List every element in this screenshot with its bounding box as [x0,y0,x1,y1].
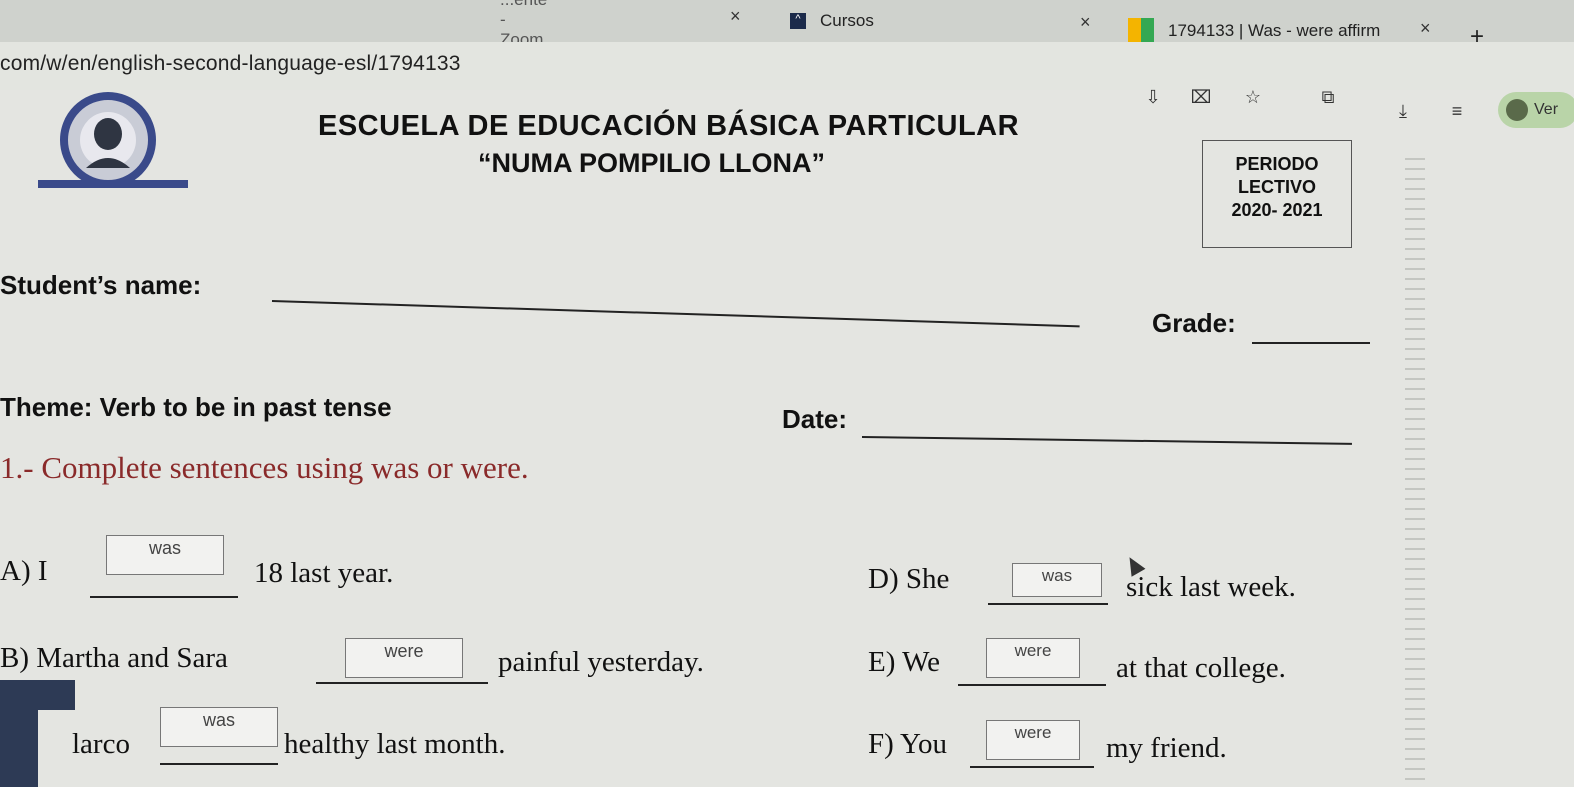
instruction-text: 1.- Complete sentences using was or were… [0,450,529,485]
sentence-a-suffix: 18 last year. [254,557,394,589]
period-years: 2020- 2021 [1231,200,1323,220]
answer-input-d[interactable]: was [1012,563,1102,597]
blank-line [988,603,1108,605]
theme-heading: Theme: Verb to be in past tense [0,392,392,422]
answer-input-f[interactable]: were [986,720,1080,760]
date-label: Date: [782,404,848,434]
school-logo [38,92,188,202]
close-icon[interactable]: × [1420,18,1431,39]
answer-input-c[interactable]: was [160,707,278,747]
download-icon[interactable]: ⤓ [1390,98,1416,124]
student-name-label: Student’s name: [0,270,202,300]
reading-list-icon[interactable]: ≡ [1444,98,1470,124]
liveworksheets-icon [1128,18,1154,44]
sentence-b-prefix: B) Martha and Sara [0,642,228,674]
close-icon[interactable]: × [1080,12,1091,33]
profile-button[interactable]: Ver [1498,92,1574,128]
sentence-a-prefix: A) I [0,555,48,587]
sentence-b-suffix: painful yesterday. [498,646,704,678]
blank-line [970,766,1094,768]
tab-label: 1794133 | Was - were affirm [1168,21,1381,40]
grade-label: Grade: [1152,308,1236,338]
blank-line [316,682,488,684]
url-text[interactable]: com/w/en/english-second-language-esl/179… [0,52,461,76]
star-icon[interactable]: ☆ [1240,84,1266,110]
blank-line [958,684,1106,686]
tab-bar: ...ente - Zoom × ^ Cursos × 1794133 | Wa… [0,0,1574,50]
sentence-c-suffix: healthy last month. [284,728,506,760]
school-period-box: PERIODO LECTIVO 2020- 2021 [1202,140,1352,248]
sentence-e-suffix: at that college. [1116,652,1286,684]
sentence-d-prefix: D) She [868,563,950,595]
paper-texture [1405,150,1425,780]
sentence-f-prefix: F) You [868,728,947,760]
grade-line[interactable] [1252,342,1370,344]
sentence-d-suffix: sick last week. [1126,571,1296,603]
tab-cursos[interactable]: ^ Cursos × [790,4,1091,38]
period-label-2: LECTIVO [1237,177,1316,197]
extensions-icon[interactable]: ⧉ [1315,84,1341,110]
translate-icon[interactable]: ⌧ [1188,84,1214,110]
school-name-line2: “NUMA POMPILIO LLONA” [478,148,825,178]
avatar [1506,99,1528,121]
blank-line [160,763,278,765]
sentence-e-prefix: E) We [868,646,941,678]
close-icon[interactable]: × [730,6,741,27]
app-icon: ^ [790,13,806,29]
profile-label: Ver [1534,101,1559,118]
blank-line [90,596,238,598]
install-icon[interactable]: ⇩ [1140,84,1166,110]
sentence-c-prefix: larco [72,728,130,760]
answer-input-a[interactable]: was [106,535,224,575]
answer-input-e[interactable]: were [986,638,1080,678]
school-name: ESCUELA DE EDUCACIÓN BÁSICA PARTICULAR [318,110,1020,142]
period-label: PERIODO [1235,154,1319,174]
tab-label: Cursos [820,11,874,30]
sentence-f-suffix: my friend. [1106,732,1227,764]
answer-input-b[interactable]: were [345,638,463,678]
